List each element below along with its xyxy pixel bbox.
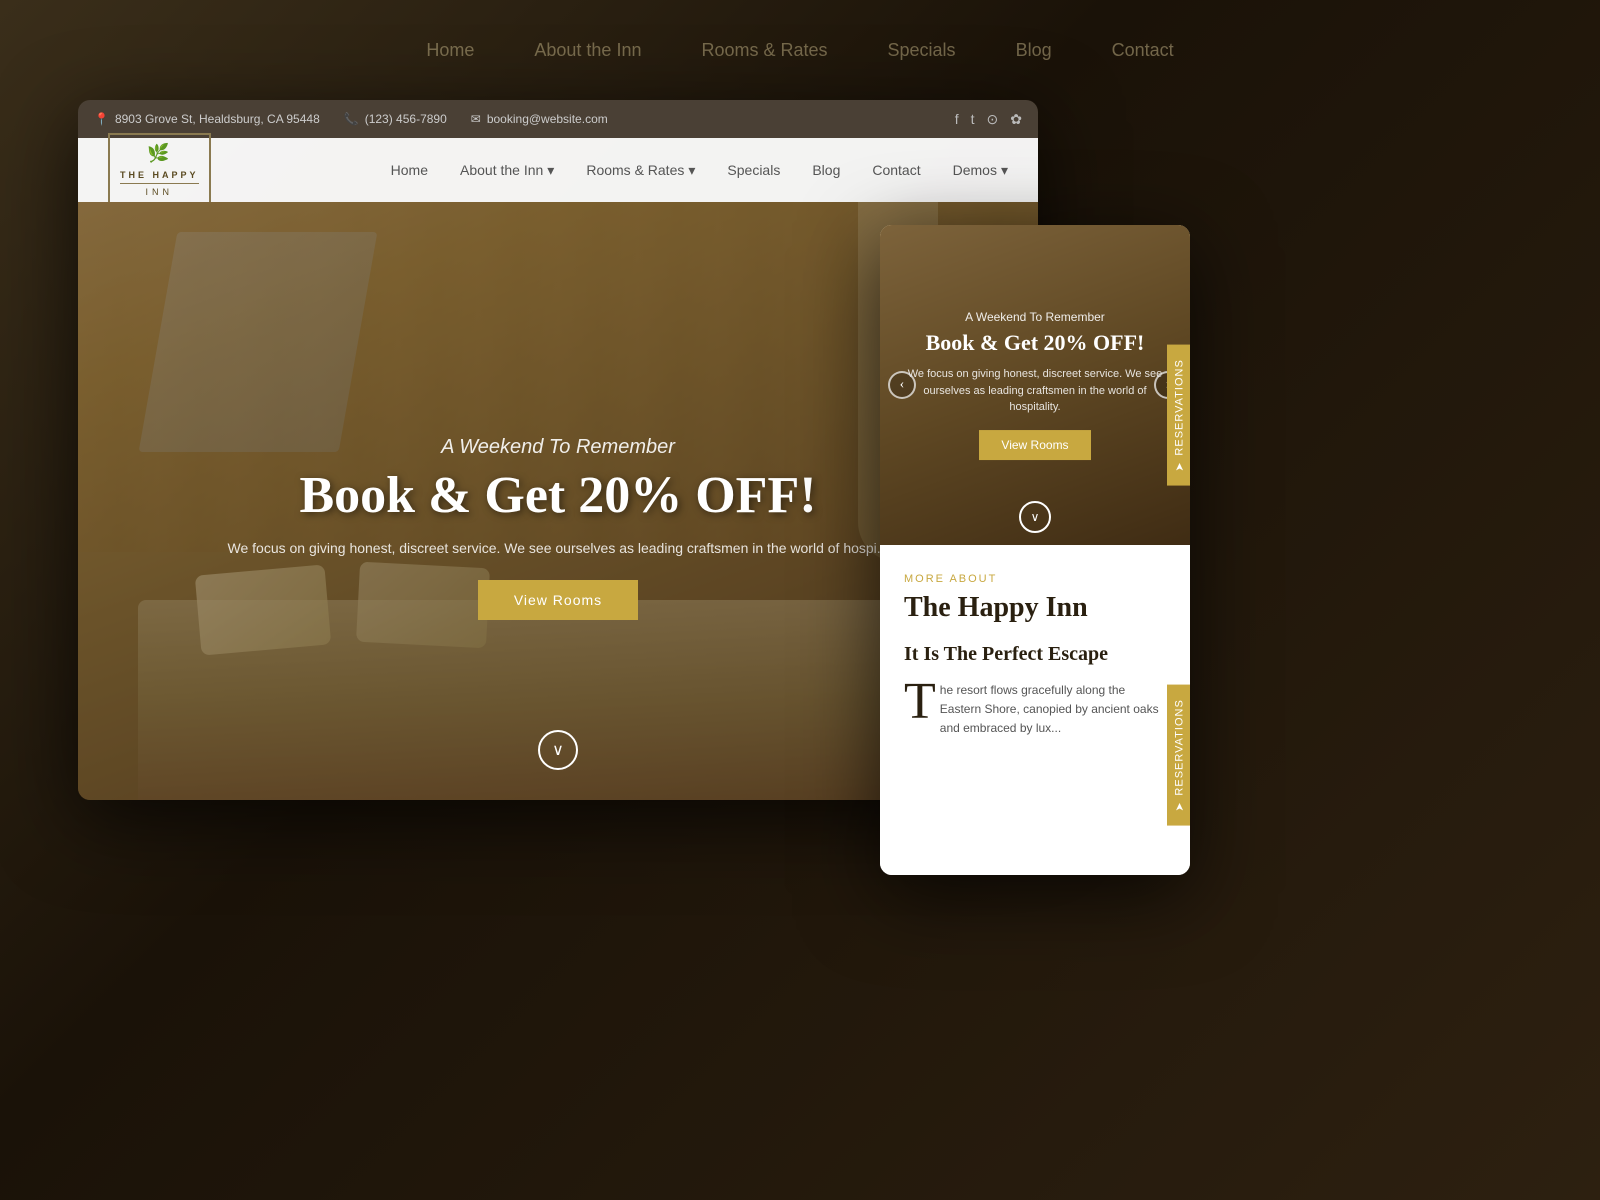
bg-nav-about: About the Inn	[534, 40, 641, 61]
secondary-browser-window: ‹ › A Weekend To Remember Book & Get 20%…	[880, 225, 1190, 875]
location-icon: 📍	[94, 112, 109, 126]
about-dropcap: T	[904, 681, 936, 723]
hero-mini-section: ‹ › A Weekend To Remember Book & Get 20%…	[880, 225, 1190, 545]
about-section: MORE ABOUT The Happy Inn It Is The Perfe…	[880, 545, 1190, 875]
phone-icon: 📞	[344, 112, 359, 126]
nav-contact[interactable]: Contact	[872, 162, 920, 178]
reservations-label-2: RESERVATIONS	[1174, 699, 1186, 795]
hero-description: We focus on giving honest, discreet serv…	[218, 540, 898, 556]
about-body-text: T he resort flows gracefully along the E…	[904, 681, 1166, 739]
about-dropdown-icon: ▾	[547, 162, 554, 179]
nav-links: Home About the Inn ▾ Rooms & Rates ▾ Spe…	[391, 162, 1008, 179]
bg-nav-blog: Blog	[1016, 40, 1052, 61]
scroll-down-mini-icon: ∨	[1031, 510, 1040, 525]
nav-bar: 🌿 THE HAPPY INN Home About the Inn ▾ Roo…	[78, 138, 1038, 202]
reservations-tab-1[interactable]: ➤ RESERVATIONS	[1167, 345, 1190, 486]
contact-info: 📍 8903 Grove St, Healdsburg, CA 95448 📞 …	[94, 112, 608, 126]
email-item[interactable]: ✉ booking@website.com	[471, 112, 608, 126]
nav-demos[interactable]: Demos ▾	[953, 162, 1008, 179]
nav-logo: 🌿 THE HAPPY INN	[108, 133, 211, 206]
nav-rooms[interactable]: Rooms & Rates ▾	[586, 162, 695, 179]
phone-text: (123) 456-7890	[365, 112, 447, 126]
hero-mini-title: Book & Get 20% OFF!	[900, 330, 1170, 356]
nav-about[interactable]: About the Inn ▾	[460, 162, 554, 179]
logo-text-line2: INN	[120, 183, 199, 199]
hero-view-rooms-button[interactable]: View Rooms	[478, 580, 638, 620]
rooms-dropdown-icon: ▾	[688, 162, 695, 179]
hero-scroll-button[interactable]: ∨	[538, 730, 578, 770]
bg-nav-home: Home	[426, 40, 474, 61]
demos-dropdown-icon: ▾	[1001, 162, 1008, 179]
hero-mini-view-rooms-button[interactable]: View Rooms	[979, 430, 1090, 460]
reservations-arrow-icon: ➤	[1173, 461, 1186, 471]
hero-mini-content: A Weekend To Remember Book & Get 20% OFF…	[880, 310, 1190, 460]
social-icons: f t ⊙ ✿	[955, 111, 1022, 128]
reservations-arrow-icon-2: ➤	[1173, 801, 1186, 811]
nav-blog[interactable]: Blog	[812, 162, 840, 178]
address-text: 8903 Grove St, Healdsburg, CA 95448	[115, 112, 320, 126]
facebook-icon[interactable]: f	[955, 111, 959, 127]
address-item: 📍 8903 Grove St, Healdsburg, CA 95448	[94, 112, 320, 126]
about-subtitle: It Is The Perfect Escape	[904, 641, 1166, 667]
bg-nav-rooms: Rooms & Rates	[701, 40, 827, 61]
phone-item[interactable]: 📞 (123) 456-7890	[344, 112, 447, 126]
instagram-icon[interactable]: ⊙	[987, 111, 999, 128]
logo-text-line1: THE HAPPY	[120, 169, 199, 182]
nav-specials[interactable]: Specials	[727, 162, 780, 178]
scroll-down-icon: ∨	[552, 740, 564, 760]
yelp-icon[interactable]: ✿	[1010, 111, 1022, 128]
hero-mini-description: We focus on giving honest, discreet serv…	[900, 366, 1170, 416]
reservations-tab-2[interactable]: ➤ RESERVATIONS	[1167, 685, 1190, 826]
email-icon: ✉	[471, 112, 481, 126]
hero-mini-scroll-button[interactable]: ∨	[1019, 501, 1051, 533]
logo-box: 🌿 THE HAPPY INN	[108, 133, 211, 206]
bg-nav-specials: Specials	[888, 40, 956, 61]
hero-prev-arrow[interactable]: ‹	[888, 371, 916, 399]
nav-home[interactable]: Home	[391, 162, 428, 178]
hero-mini-subtitle: A Weekend To Remember	[900, 310, 1170, 324]
background-nav: Home About the Inn Rooms & Rates Special…	[0, 40, 1600, 61]
about-label: MORE ABOUT	[904, 573, 1166, 585]
reservations-label-1: RESERVATIONS	[1174, 359, 1186, 455]
twitter-icon[interactable]: t	[971, 111, 975, 127]
about-text-content: he resort flows gracefully along the Eas…	[940, 683, 1159, 735]
email-text: booking@website.com	[487, 112, 608, 126]
left-arrow-icon: ‹	[900, 377, 905, 393]
about-title: The Happy Inn	[904, 591, 1166, 625]
bg-nav-contact: Contact	[1112, 40, 1174, 61]
top-bar: 📍 8903 Grove St, Healdsburg, CA 95448 📞 …	[78, 100, 1038, 138]
